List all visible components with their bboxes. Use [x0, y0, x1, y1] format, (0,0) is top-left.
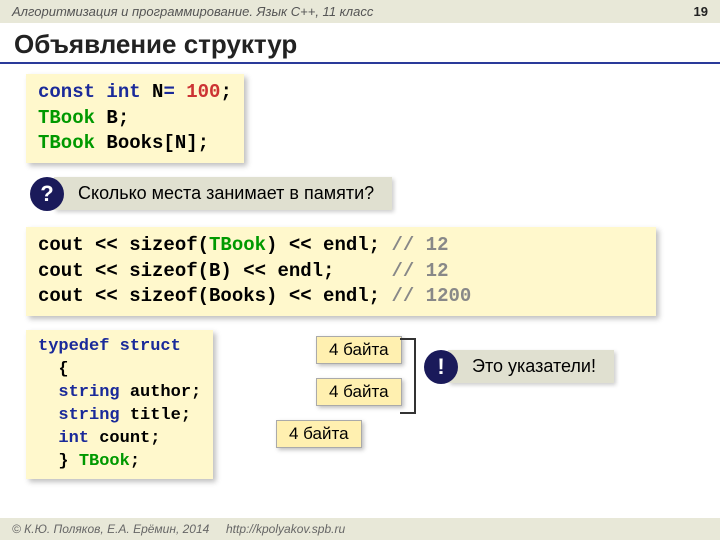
code-declarations: const int N= 100; TBook B; TBook Books[N…	[26, 74, 244, 163]
footer-url: http://kpolyakov.spb.ru	[226, 522, 345, 536]
question-callout: ? Сколько места занимает в памяти?	[30, 177, 694, 211]
page-title: Объявление структур	[0, 23, 720, 64]
course-label: Алгоритмизация и программирование. Язык …	[12, 4, 373, 19]
page-number: 19	[694, 4, 708, 19]
footer: © К.Ю. Поляков, Е.А. Ерёмин, 2014 http:/…	[0, 518, 720, 540]
size-callout-1: 4 байта	[316, 336, 402, 364]
pointer-text: Это указатели!	[448, 350, 614, 383]
size-callout-2: 4 байта	[316, 378, 402, 406]
question-text: Сколько места занимает в памяти?	[54, 177, 392, 210]
question-icon: ?	[30, 177, 64, 211]
code-typedef: typedef struct { string author; string t…	[26, 330, 213, 480]
struct-row: typedef struct { string author; string t…	[26, 330, 694, 494]
pointer-callout: ! Это указатели!	[424, 350, 614, 384]
content: const int N= 100; TBook B; TBook Books[N…	[0, 74, 720, 493]
header-bar: Алгоритмизация и программирование. Язык …	[0, 0, 720, 23]
copyright: © К.Ю. Поляков, Е.А. Ерёмин, 2014	[12, 522, 209, 536]
size-callout-3: 4 байта	[276, 420, 362, 448]
code-sizeof: cout << sizeof(TBook) << endl; // 12 cou…	[26, 227, 656, 316]
exclamation-icon: !	[424, 350, 458, 384]
bracket-icon	[400, 338, 416, 414]
